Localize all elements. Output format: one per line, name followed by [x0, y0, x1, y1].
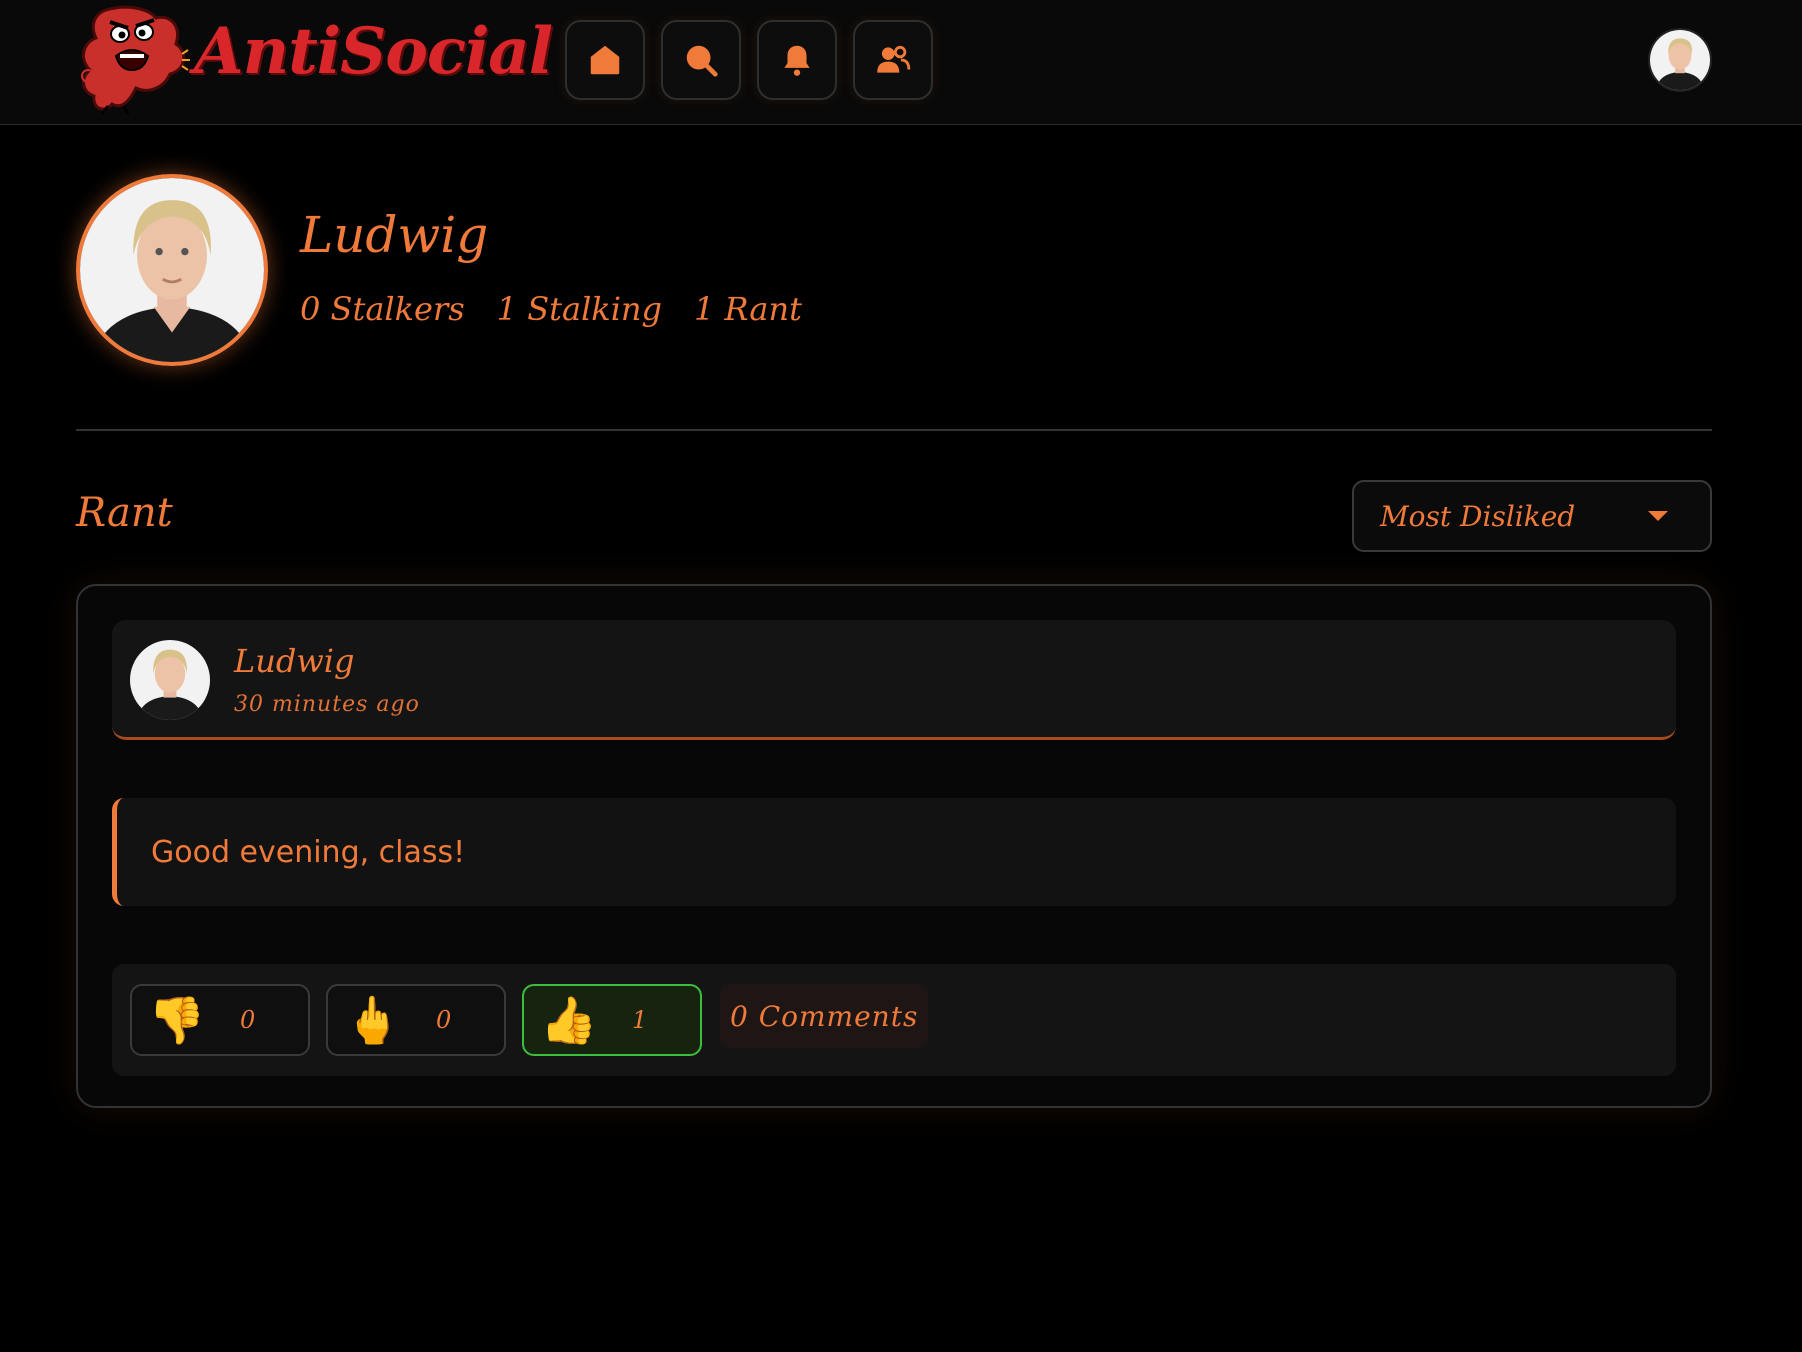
nav-notifications-button[interactable]	[757, 20, 837, 100]
sort-dropdown[interactable]: Most Disliked	[1352, 480, 1712, 552]
users-icon	[877, 45, 911, 73]
middle-finger-icon: 🖕	[344, 993, 402, 1047]
post-actions: 👎 0 🖕 0 👍 1 0 Comments	[112, 964, 1676, 1076]
section-title: Rant	[76, 490, 173, 536]
stalking-count[interactable]: 1 Stalking	[497, 290, 662, 328]
post-author-avatar[interactable]	[130, 640, 210, 720]
dislike-button[interactable]: 👎 0	[130, 984, 310, 1056]
mascot-logo-icon	[81, 5, 190, 115]
profile-avatar	[76, 174, 268, 366]
top-navbar: AntiSocial	[0, 0, 1802, 125]
profile-name: Ludwig	[300, 206, 489, 264]
post-text: Good evening, class!	[151, 834, 466, 870]
like-count: 1	[632, 1006, 648, 1034]
thumbs-down-icon: 👎	[148, 993, 206, 1047]
user-photo-icon	[130, 640, 210, 720]
post-author-name[interactable]: Ludwig	[234, 642, 354, 680]
account-avatar[interactable]	[1648, 28, 1712, 92]
post-header: Ludwig 30 minutes ago	[112, 620, 1676, 740]
logo-text: AntiSocial	[194, 14, 553, 89]
user-photo-icon	[80, 178, 264, 362]
middle-finger-count: 0	[436, 1006, 452, 1034]
nav-home-button[interactable]	[565, 20, 645, 100]
post-content: Good evening, class!	[112, 798, 1676, 906]
app-logo[interactable]: AntiSocial	[78, 4, 553, 116]
bell-icon	[784, 45, 810, 76]
post-timestamp: 30 minutes ago	[234, 692, 420, 717]
stalkers-count[interactable]: 0 Stalkers	[300, 290, 465, 328]
dislike-count: 0	[240, 1006, 256, 1034]
nav-search-button[interactable]	[661, 20, 741, 100]
nav-friends-button[interactable]	[853, 20, 933, 100]
home-icon	[590, 45, 620, 75]
section-divider	[76, 429, 1712, 431]
search-icon	[686, 45, 718, 77]
comments-button[interactable]: 0 Comments	[720, 984, 929, 1048]
sort-selected-label: Most Disliked	[1380, 499, 1576, 533]
rant-count[interactable]: 1 Rant	[694, 290, 802, 328]
profile-stats: 0 Stalkers 1 Stalking 1 Rant	[300, 290, 802, 328]
user-photo-icon	[1650, 30, 1710, 90]
chevron-down-icon	[1648, 511, 1668, 521]
middle-finger-button[interactable]: 🖕 0	[326, 984, 506, 1056]
thumbs-up-icon: 👍	[540, 993, 598, 1047]
post-card: Ludwig 30 minutes ago Good evening, clas…	[76, 584, 1712, 1108]
like-button[interactable]: 👍 1	[522, 984, 702, 1056]
